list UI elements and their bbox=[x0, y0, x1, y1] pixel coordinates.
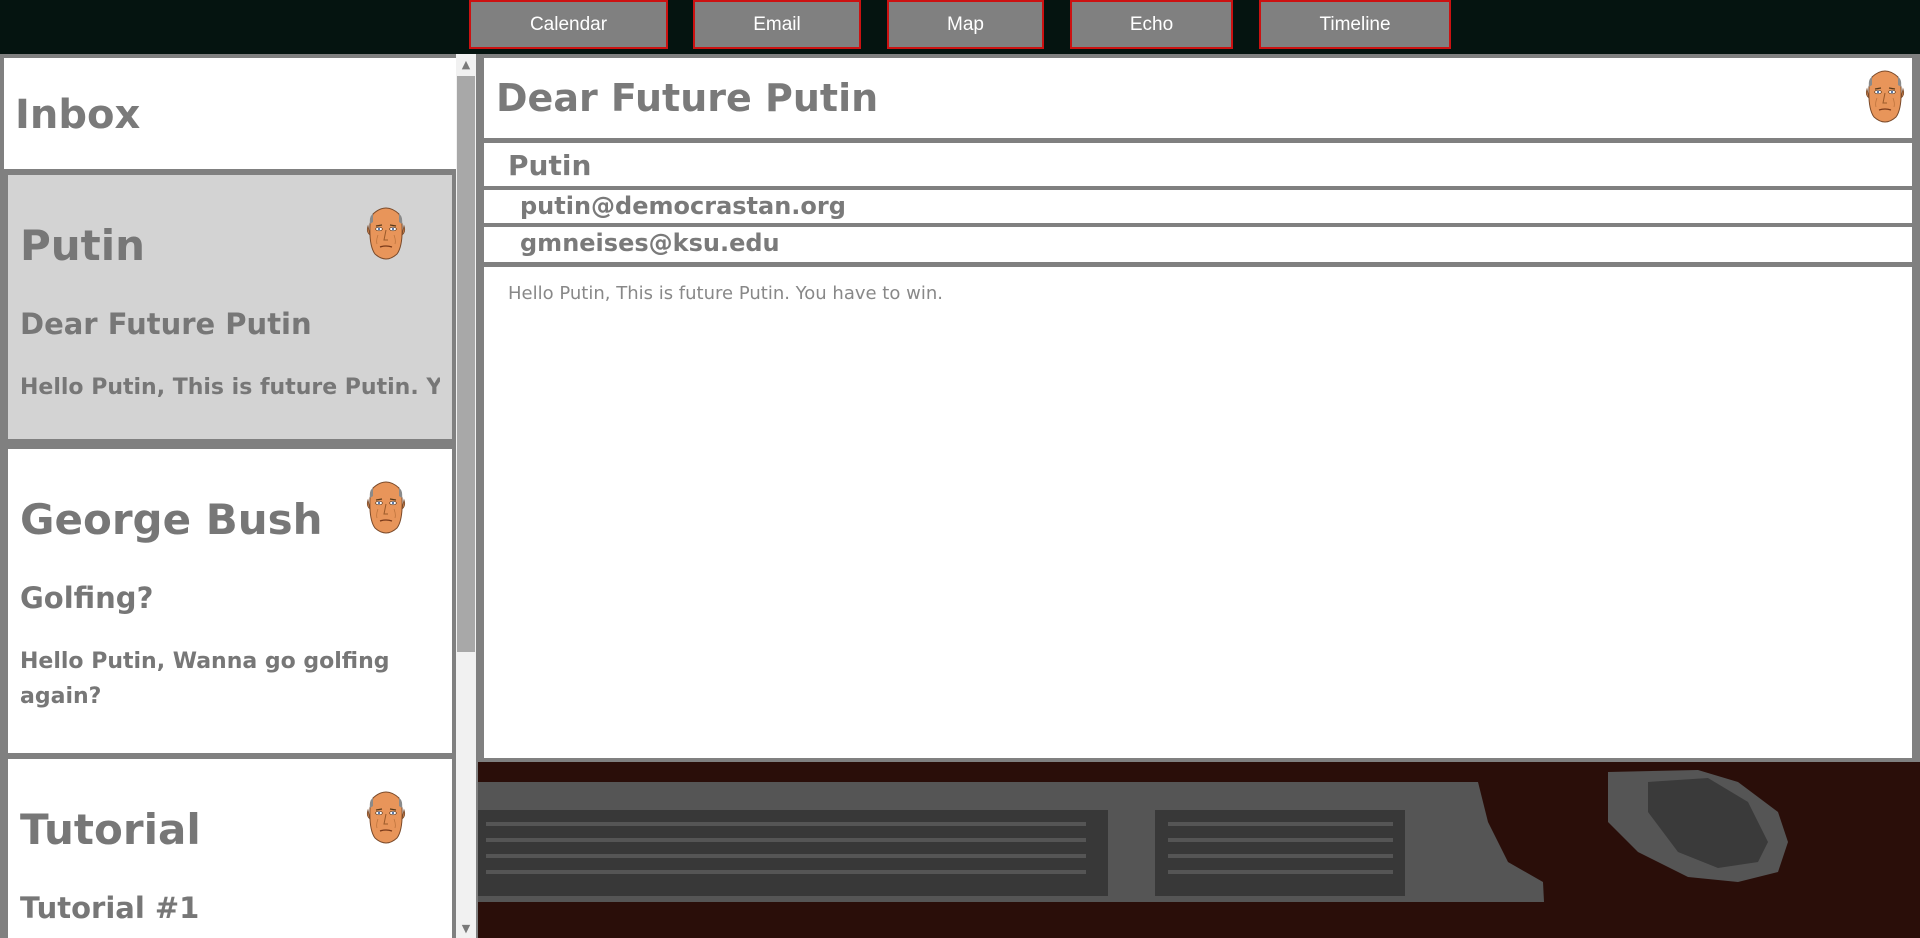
putin-face-icon bbox=[359, 202, 413, 264]
inbox-sidebar: Inbox Putin Dear Future Putin Hello Puti… bbox=[0, 54, 478, 938]
email-list-item[interactable]: George Bush Golfing? Hello Putin, Wanna … bbox=[8, 449, 452, 753]
email-list-item-selected[interactable]: Putin Dear Future Putin Hello Putin, Thi… bbox=[8, 175, 452, 439]
email-sender: Tutorial bbox=[20, 805, 201, 854]
email-subject: Dear Future Putin bbox=[20, 307, 312, 341]
email-body-panel: Hello Putin, This is future Putin. You h… bbox=[484, 267, 1912, 758]
email-list-item[interactable]: Tutorial Tutorial #1 bbox=[8, 759, 452, 938]
keyboard-and-mouse-image bbox=[478, 770, 1788, 902]
email-to-address-row: gmneises@ksu.edu bbox=[484, 227, 1912, 262]
email-to-address: gmneises@ksu.edu bbox=[520, 229, 780, 257]
inbox-title: Inbox bbox=[15, 92, 141, 138]
email-subject: Tutorial #1 bbox=[20, 891, 200, 925]
desk-background bbox=[478, 762, 1920, 938]
nav-email-button[interactable]: Email bbox=[693, 0, 861, 49]
scroll-up-arrow-icon[interactable]: ▲ bbox=[456, 54, 476, 74]
email-preview: Hello Putin, Wanna go golfing again? bbox=[20, 649, 390, 709]
nav-echo-button[interactable]: Echo bbox=[1070, 0, 1233, 49]
putin-face-icon bbox=[359, 476, 413, 538]
email-from-address-row: putin@democrastan.org bbox=[484, 190, 1912, 223]
email-from-row: Putin bbox=[484, 143, 1912, 186]
scroll-thumb[interactable] bbox=[457, 76, 475, 652]
email-view-subject: Dear Future Putin bbox=[496, 76, 879, 120]
email-subject-bar: Dear Future Putin bbox=[484, 58, 1912, 138]
putin-face-icon bbox=[359, 786, 413, 848]
email-preview: Hello Putin, This is future Putin. Yo bbox=[20, 375, 440, 400]
top-nav-bar: Calendar Email Map Echo Timeline bbox=[0, 0, 1920, 54]
inbox-header: Inbox bbox=[4, 58, 456, 169]
email-sender: Putin bbox=[20, 221, 146, 270]
email-view: Dear Future Putin Putin putin@democrasta… bbox=[478, 54, 1920, 762]
nav-timeline-button[interactable]: Timeline bbox=[1259, 0, 1451, 49]
email-subject: Golfing? bbox=[20, 581, 154, 615]
sidebar-scrollbar[interactable]: ▲ ▼ bbox=[456, 54, 476, 938]
email-from-name: Putin bbox=[508, 149, 592, 182]
email-sender: George Bush bbox=[20, 495, 323, 544]
email-from-address: putin@democrastan.org bbox=[520, 192, 846, 220]
nav-map-button[interactable]: Map bbox=[887, 0, 1044, 49]
email-body-text: Hello Putin, This is future Putin. You h… bbox=[508, 283, 943, 304]
putin-face-icon bbox=[1858, 65, 1912, 127]
scroll-down-arrow-icon[interactable]: ▼ bbox=[456, 918, 476, 938]
nav-calendar-button[interactable]: Calendar bbox=[469, 0, 668, 49]
